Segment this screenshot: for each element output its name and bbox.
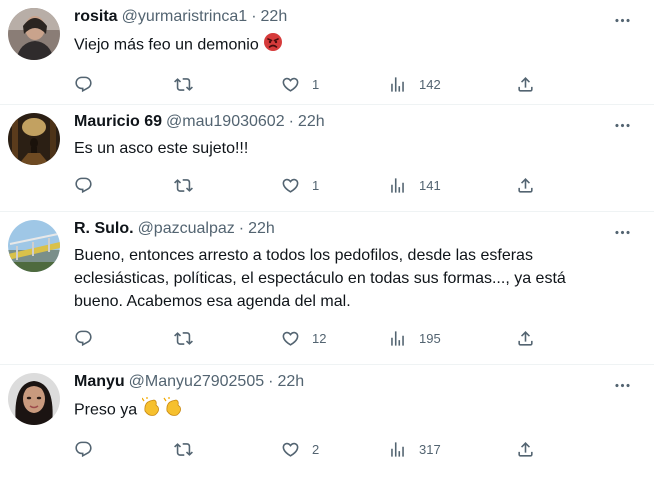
tweet-text-content: Preso ya bbox=[74, 401, 138, 419]
more-options-button[interactable] bbox=[610, 373, 634, 397]
view-count: 317 bbox=[419, 441, 441, 457]
heart-icon bbox=[281, 440, 300, 459]
views-button[interactable]: 142 bbox=[388, 75, 516, 94]
avatar[interactable] bbox=[8, 8, 60, 60]
more-dots-icon bbox=[613, 11, 632, 30]
tweet-actions: 1 142 bbox=[74, 65, 638, 103]
separator: · bbox=[288, 113, 294, 130]
view-count: 141 bbox=[419, 177, 441, 193]
separator: · bbox=[238, 220, 245, 237]
views-button[interactable]: 195 bbox=[388, 329, 516, 348]
retweet-icon bbox=[174, 176, 193, 195]
views-button[interactable]: 317 bbox=[388, 440, 516, 459]
tweet-text: Viejo más feo un demonio bbox=[74, 32, 638, 59]
like-button[interactable]: 12 bbox=[281, 329, 388, 348]
retweet-icon bbox=[174, 329, 193, 348]
more-dots-icon bbox=[613, 223, 632, 242]
heart-icon bbox=[281, 176, 300, 195]
more-options-button[interactable] bbox=[610, 113, 634, 137]
retweet-icon bbox=[174, 440, 193, 459]
reply-feed: rosita @yurmaristrinca1 · 22h Viejo más … bbox=[0, 0, 654, 477]
share-button[interactable] bbox=[516, 440, 535, 459]
tweet[interactable]: rosita @yurmaristrinca1 · 22h Viejo más … bbox=[0, 0, 654, 105]
heart-icon bbox=[281, 329, 300, 348]
tweet-text: Es un asco este sujeto!!! bbox=[74, 137, 638, 160]
tweet-actions: 1 141 bbox=[74, 166, 638, 204]
like-count: 1 bbox=[312, 76, 320, 92]
display-name[interactable]: rosita bbox=[74, 8, 118, 26]
share-icon bbox=[516, 329, 535, 348]
tweet-text: Bueno, entonces arresto a todos los pedo… bbox=[74, 244, 638, 313]
like-button[interactable]: 2 bbox=[281, 440, 388, 459]
tweet[interactable]: Mauricio 69 @mau19030602 · 22h Es un asc… bbox=[0, 105, 654, 212]
user-handle[interactable]: @yurmaristrinca1 bbox=[122, 8, 248, 26]
heart-icon bbox=[281, 75, 300, 94]
tweet-actions: 2 317 bbox=[74, 430, 638, 468]
reply-button[interactable] bbox=[74, 329, 174, 348]
views-chart-icon bbox=[388, 440, 407, 459]
tweet-text-line: eclesiásticas, políticas, el espectáculo… bbox=[74, 270, 566, 287]
user-handle[interactable]: @pazcualpaz bbox=[138, 220, 235, 238]
display-name[interactable]: R. Sulo. bbox=[74, 220, 134, 238]
tweet-text-line: bueno. Acabemos esa agenda del mal. bbox=[74, 293, 351, 310]
tweet[interactable]: Manyu @Manyu27902505 · 22h Preso ya 2 31… bbox=[0, 365, 654, 477]
display-name[interactable]: Manyu bbox=[74, 373, 125, 391]
user-handle[interactable]: @mau19030602 bbox=[166, 113, 285, 131]
reply-icon bbox=[74, 329, 93, 348]
clapping-hands-emoji bbox=[141, 397, 186, 424]
like-button[interactable]: 1 bbox=[281, 75, 388, 94]
angry-face-emoji bbox=[263, 32, 283, 59]
tweet-actions: 12 195 bbox=[74, 319, 638, 357]
avatar[interactable] bbox=[8, 220, 60, 272]
reply-icon bbox=[74, 176, 93, 195]
view-count: 195 bbox=[419, 330, 441, 346]
retweet-button[interactable] bbox=[174, 440, 281, 459]
more-options-button[interactable] bbox=[610, 220, 634, 244]
tweet[interactable]: R. Sulo. @pazcualpaz · 22h Bueno, entonc… bbox=[0, 212, 654, 365]
like-button[interactable]: 1 bbox=[281, 176, 388, 195]
avatar[interactable] bbox=[8, 373, 60, 425]
reply-icon bbox=[74, 440, 93, 459]
more-options-button[interactable] bbox=[610, 8, 634, 32]
share-button[interactable] bbox=[516, 329, 535, 348]
more-dots-icon bbox=[613, 376, 632, 395]
display-name[interactable]: Mauricio 69 bbox=[74, 113, 162, 131]
reply-button[interactable] bbox=[74, 440, 174, 459]
avatar[interactable] bbox=[8, 113, 60, 165]
views-chart-icon bbox=[388, 176, 407, 195]
share-button[interactable] bbox=[516, 75, 535, 94]
reply-button[interactable] bbox=[74, 176, 174, 195]
like-count: 1 bbox=[312, 177, 320, 193]
tweet-text-content: Es un asco este sujeto!!! bbox=[74, 140, 249, 157]
reply-icon bbox=[74, 75, 93, 94]
more-dots-icon bbox=[613, 116, 632, 135]
separator: · bbox=[251, 8, 257, 25]
retweet-button[interactable] bbox=[174, 75, 281, 94]
separator: · bbox=[268, 373, 274, 390]
tweet-text: Preso ya bbox=[74, 397, 638, 424]
timestamp[interactable]: 22h bbox=[248, 220, 275, 238]
share-icon bbox=[516, 440, 535, 459]
tweet-text-content: Viejo más feo un demonio bbox=[74, 36, 259, 54]
view-count: 142 bbox=[419, 76, 441, 92]
reply-button[interactable] bbox=[74, 75, 174, 94]
timestamp[interactable]: 22h bbox=[261, 8, 288, 26]
retweet-button[interactable] bbox=[174, 329, 281, 348]
share-button[interactable] bbox=[516, 176, 535, 195]
timestamp[interactable]: 22h bbox=[277, 373, 304, 391]
retweet-button[interactable] bbox=[174, 176, 281, 195]
like-count: 2 bbox=[312, 441, 320, 457]
retweet-icon bbox=[174, 75, 193, 94]
share-icon bbox=[516, 176, 535, 195]
views-chart-icon bbox=[388, 75, 407, 94]
share-icon bbox=[516, 75, 535, 94]
timestamp[interactable]: 22h bbox=[298, 113, 325, 131]
like-count: 12 bbox=[312, 330, 327, 346]
user-handle[interactable]: @Manyu27902505 bbox=[129, 373, 264, 391]
views-chart-icon bbox=[388, 329, 407, 348]
views-button[interactable]: 141 bbox=[388, 176, 516, 195]
tweet-text-line: Bueno, entonces arresto a todos los pedo… bbox=[74, 247, 533, 264]
